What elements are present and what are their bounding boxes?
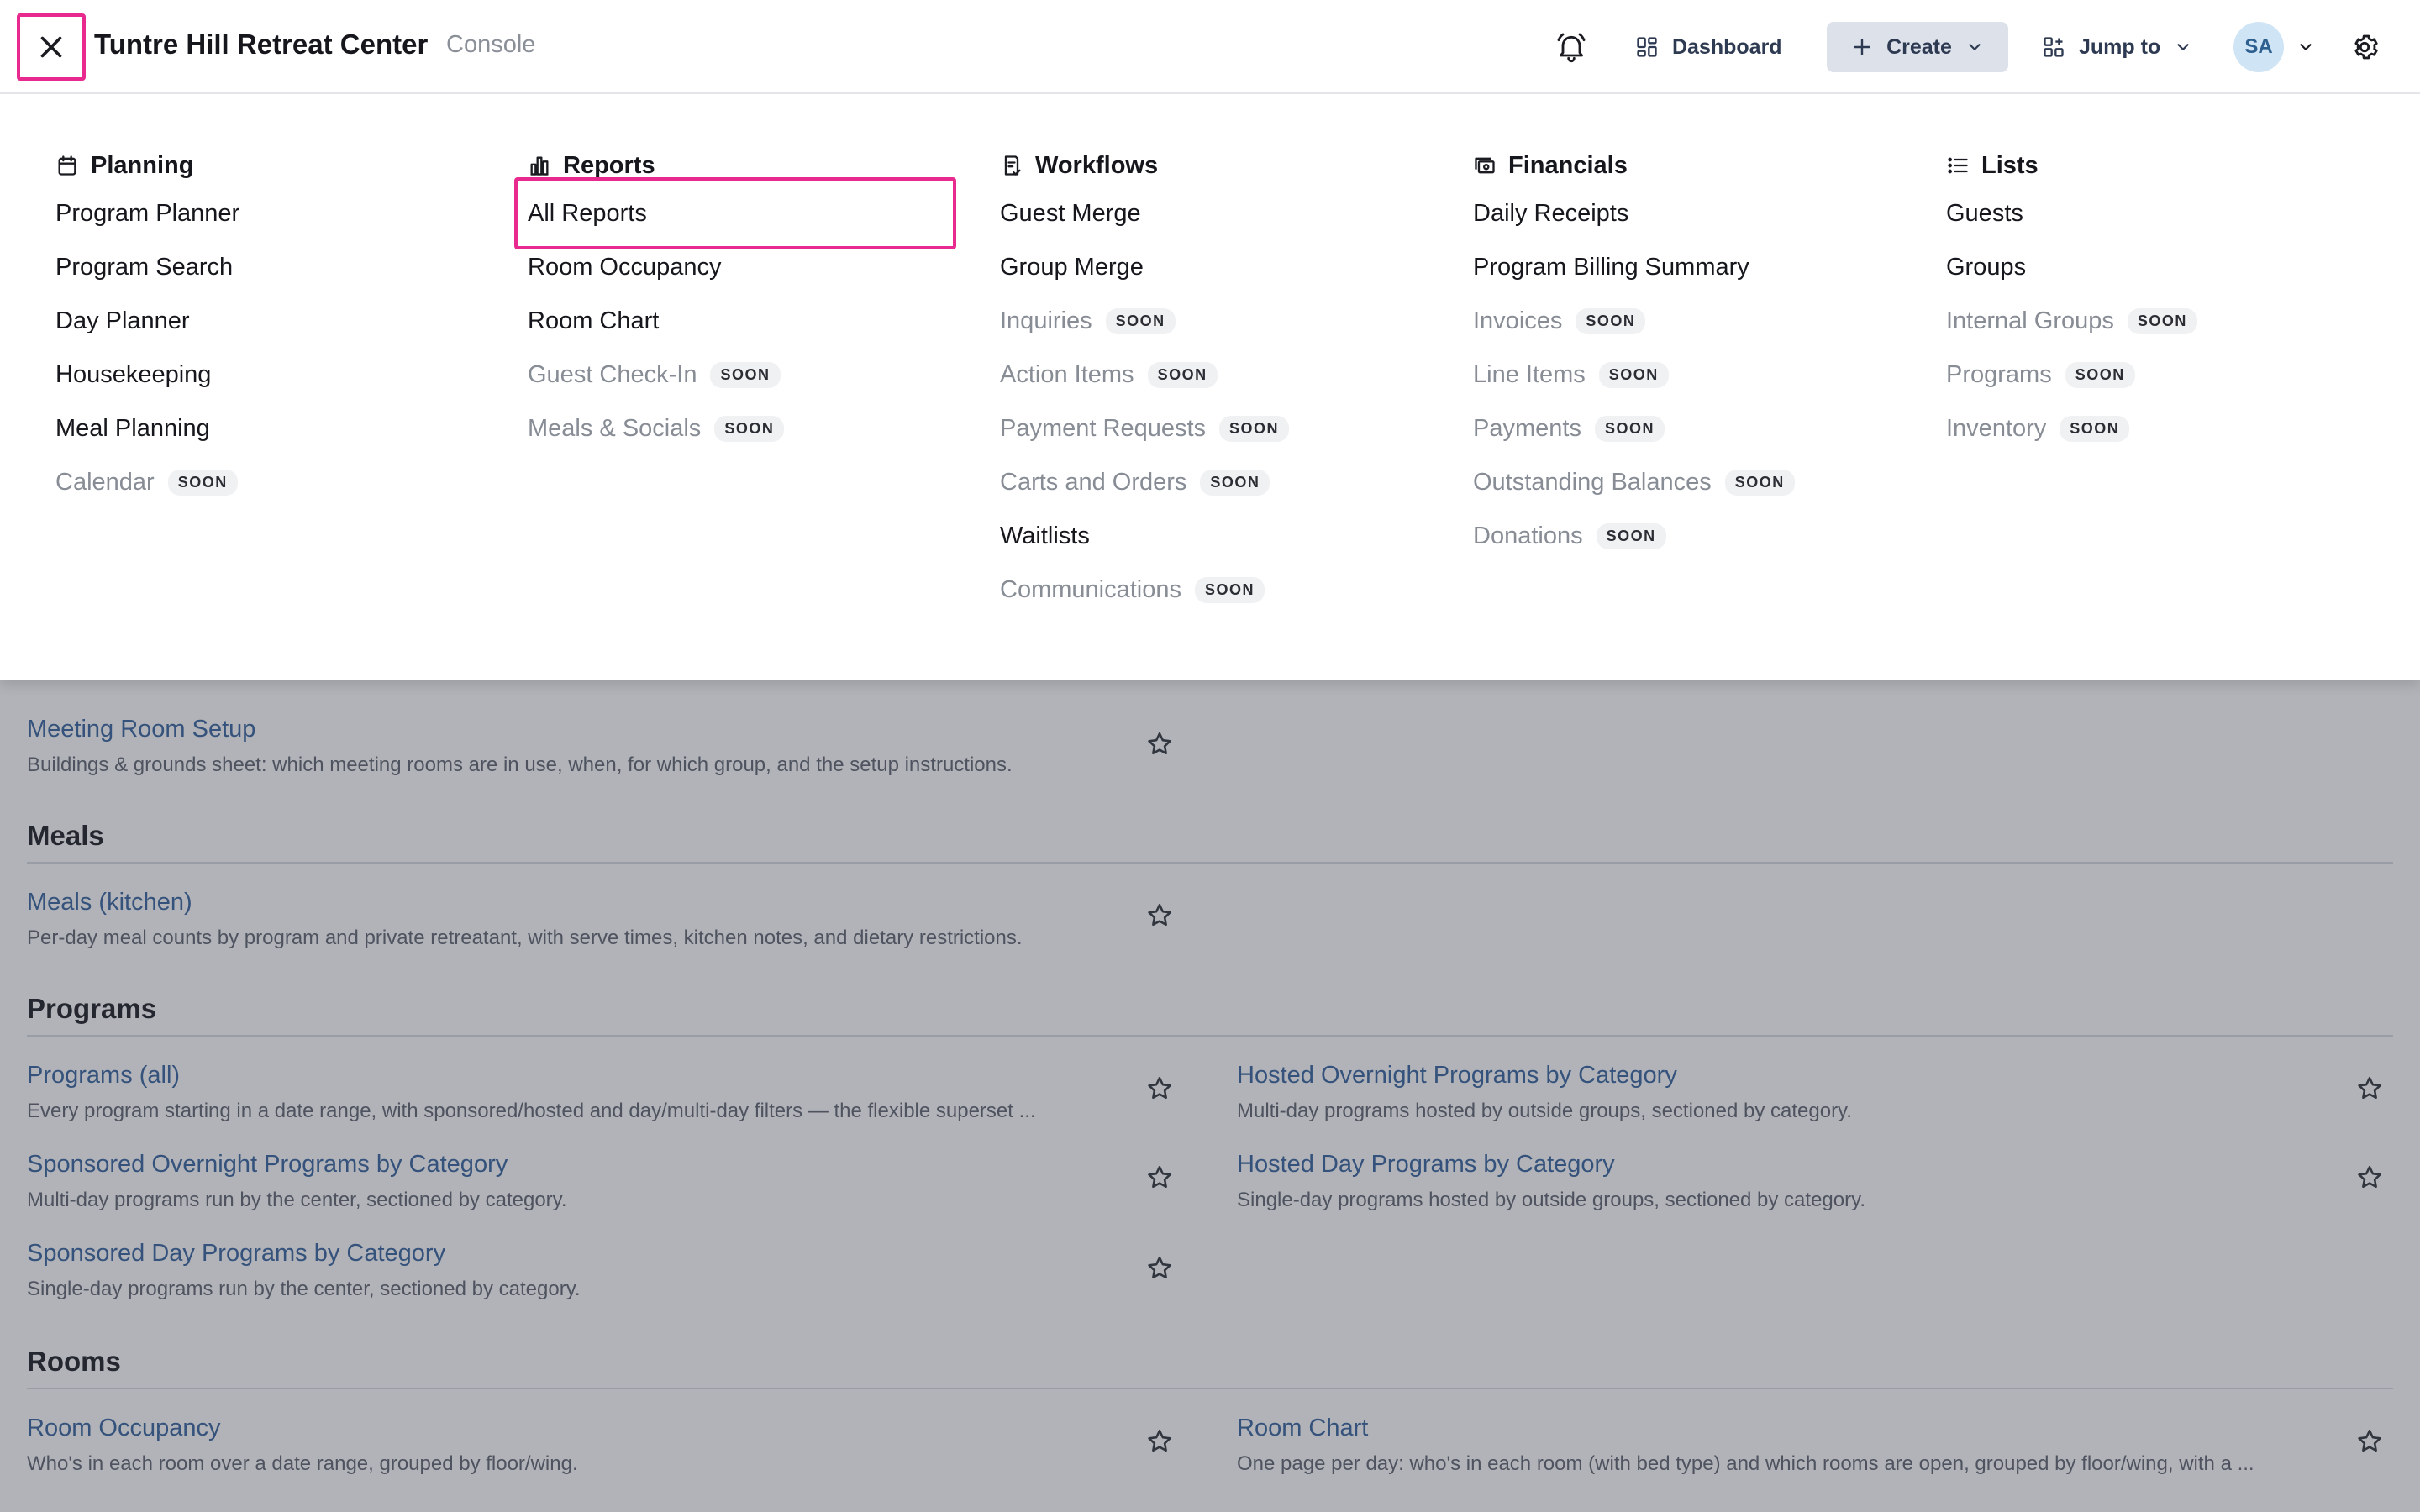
soon-badge: SOON (1219, 415, 1290, 442)
chevron-down-icon (2300, 44, 2312, 50)
soon-badge: SOON (2127, 307, 2197, 334)
menu-item-waitlists[interactable]: Waitlists (1000, 509, 1437, 563)
menu-item-outstanding-balances: Outstanding Balances SOON (1473, 455, 1910, 509)
close-icon (40, 36, 62, 58)
menu-item-room-chart[interactable]: Room Chart (528, 294, 965, 348)
menu-item-carts-and-orders: Carts and Orders SOON (1000, 455, 1437, 509)
soon-badge: SOON (1594, 415, 1665, 442)
column-heading: Financials (1473, 144, 1910, 186)
menu-item-room-occupancy[interactable]: Room Occupancy (528, 240, 965, 294)
calendar-icon (58, 155, 76, 176)
soon-badge: SOON (1598, 361, 1669, 388)
settings-button[interactable] (2344, 27, 2385, 67)
column-heading: Planning (55, 144, 492, 186)
notifications-button[interactable] (1551, 27, 1591, 67)
clipboard-icon (1004, 155, 1021, 176)
app-subtitle: Console (446, 31, 536, 58)
dashboard-button[interactable]: Dashboard (1620, 22, 1797, 72)
menu-item-line-items: Line Items SOON (1473, 348, 1910, 402)
list-icon (1948, 157, 1968, 174)
menu-column-workflows: Workflows Guest Merge Group Merge Inquir… (1000, 144, 1437, 617)
soon-badge: SOON (1596, 522, 1666, 549)
soon-badge: SOON (1105, 307, 1176, 334)
bell-icon (1557, 33, 1586, 62)
chevron-down-icon (1969, 44, 1981, 50)
money-icon (1475, 157, 1495, 174)
menu-column-financials: Financials Daily Receipts Program Billin… (1473, 144, 1910, 563)
menu-item-program-search[interactable]: Program Search (55, 240, 492, 294)
soon-badge: SOON (1147, 361, 1218, 388)
column-heading: Workflows (1000, 144, 1437, 186)
menu-item-inventory: Inventory SOON (1946, 402, 2383, 455)
user-avatar[interactable]: SA (2233, 22, 2284, 72)
chevron-down-icon (2177, 44, 2189, 50)
menu-item-calendar: Calendar SOON (55, 455, 492, 509)
menu-item-meal-planning[interactable]: Meal Planning (55, 402, 492, 455)
menu-item-payment-requests: Payment Requests SOON (1000, 402, 1437, 455)
menu-item-group-merge[interactable]: Group Merge (1000, 240, 1437, 294)
menu-item-donations: Donations SOON (1473, 509, 1910, 563)
menu-item-inquiries: Inquiries SOON (1000, 294, 1437, 348)
close-menu-button[interactable] (17, 13, 86, 81)
soon-badge: SOON (710, 361, 781, 388)
menu-column-lists: Lists Guests Groups Internal Groups SOON … (1946, 144, 2383, 455)
dashboard-icon (1637, 37, 1657, 57)
menu-item-groups[interactable]: Groups (1946, 240, 2383, 294)
menu-item-program-planner[interactable]: Program Planner (55, 186, 492, 240)
menu-item-guest-merge[interactable]: Guest Merge (1000, 186, 1437, 240)
menu-item-invoices: Invoices SOON (1473, 294, 1910, 348)
create-button[interactable]: Create (1827, 22, 2008, 72)
menu-item-internal-groups: Internal Groups SOON (1946, 294, 2383, 348)
soon-badge: SOON (1194, 576, 1265, 603)
apps-icon (2044, 37, 2064, 57)
soon-badge: SOON (1724, 469, 1795, 496)
selection-highlight (514, 177, 956, 249)
menu-item-communications: Communications SOON (1000, 563, 1437, 617)
menu-item-meals-socials: Meals & Socials SOON (528, 402, 965, 455)
chart-icon (530, 156, 549, 176)
column-heading: Lists (1946, 144, 2383, 186)
jump-to-label: Jump to (2079, 34, 2161, 59)
menu-column-planning: Planning Program Planner Program Search … (55, 144, 492, 509)
menu-item-daily-receipts[interactable]: Daily Receipts (1473, 186, 1910, 240)
menu-item-day-planner[interactable]: Day Planner (55, 294, 492, 348)
top-header: Tuntre Hill Retreat Center Console Dashb… (0, 0, 2420, 94)
menu-item-program-billing-summary[interactable]: Program Billing Summary (1473, 240, 1910, 294)
soon-badge: SOON (2065, 361, 2135, 388)
soon-badge: SOON (167, 469, 238, 496)
menu-item-guest-check-in: Guest Check-In SOON (528, 348, 965, 402)
app-title: Tuntre Hill Retreat Center (94, 29, 429, 60)
soon-badge: SOON (1200, 469, 1270, 496)
menu-item-programs: Programs SOON (1946, 348, 2383, 402)
soon-badge: SOON (2060, 415, 2130, 442)
menu-column-reports: Reports All Reports Room Occupancy Room … (514, 144, 965, 455)
menu-item-housekeeping[interactable]: Housekeeping (55, 348, 492, 402)
gear-icon (2354, 34, 2378, 60)
soon-badge: SOON (714, 415, 785, 442)
dashboard-label: Dashboard (1672, 34, 1782, 59)
user-menu-toggle[interactable] (2292, 34, 2319, 60)
menu-item-guests[interactable]: Guests (1946, 186, 2383, 240)
plus-icon (1854, 39, 1870, 55)
soon-badge: SOON (1576, 307, 1646, 334)
jump-to-button[interactable]: Jump to (2027, 22, 2207, 72)
menu-item-action-items: Action Items SOON (1000, 348, 1437, 402)
create-label: Create (1886, 34, 1952, 59)
navigation-mega-menu: Planning Program Planner Program Search … (0, 94, 2420, 680)
menu-item-payments: Payments SOON (1473, 402, 1910, 455)
menu-item-all-reports[interactable]: All Reports (514, 177, 965, 249)
